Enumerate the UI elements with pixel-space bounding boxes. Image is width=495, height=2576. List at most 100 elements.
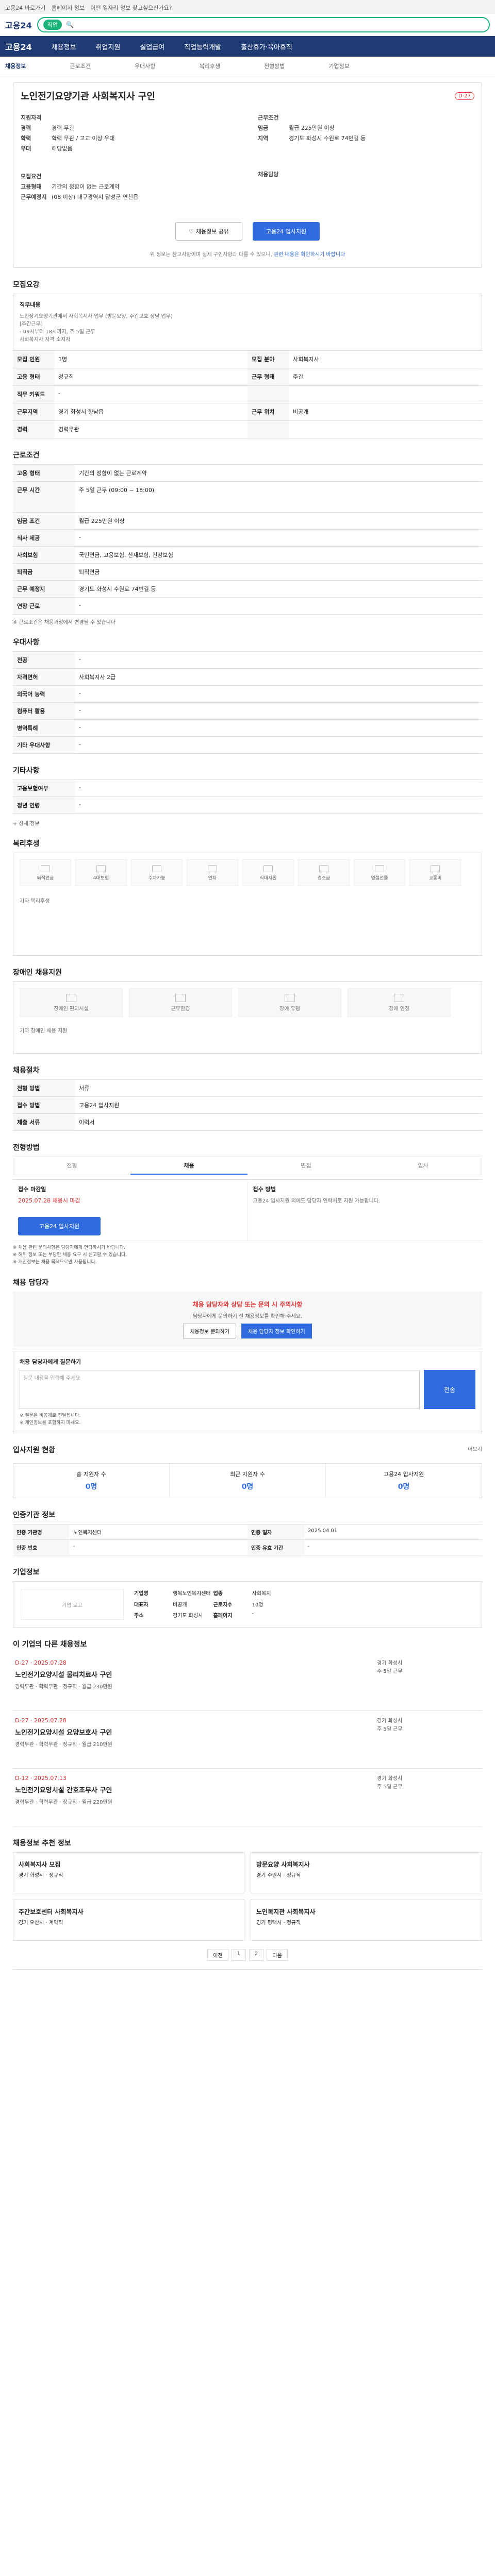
inquiry-textarea[interactable]: 질문 내용을 입력해 주세요 <box>20 1370 420 1409</box>
nav-item[interactable]: 직업능력개발 <box>184 42 221 52</box>
workplace-icon <box>175 993 186 1002</box>
cell: - <box>75 686 482 703</box>
pager-page[interactable]: 1 <box>231 1949 246 1961</box>
tab-company[interactable]: 기업정보 <box>328 62 349 70</box>
disability-item: 장애 인정 <box>348 988 451 1017</box>
cell-h: 병역특례 <box>13 720 75 737</box>
method-label: 접수 방법 <box>253 1186 276 1193</box>
cell-h: 임금 조건 <box>13 513 75 530</box>
nav-item[interactable]: 실업급여 <box>140 42 164 52</box>
cell: 주간 <box>289 368 482 386</box>
kv-key: 임금 <box>258 125 269 131</box>
nav-item[interactable]: 취업지원 <box>96 42 121 52</box>
kv-key: 지원자격 <box>21 114 42 121</box>
apply-tab[interactable]: 입사 <box>365 1157 482 1175</box>
process-table: 전형 방법 서류 접수 방법 고용24 입사지원 제출 서류 이력서 <box>13 1079 482 1131</box>
nav-brand[interactable]: 고용24 <box>5 40 32 53</box>
more-link[interactable]: + 상세 정보 <box>13 819 482 827</box>
topbar-link[interactable]: 홈페이지 정보 <box>52 5 85 11</box>
section-title: 입사지원 현황 <box>13 1446 56 1454</box>
pager-page[interactable]: 2 <box>249 1949 264 1961</box>
search-icon[interactable]: 🔍 <box>66 21 74 28</box>
kv-val: 경력 무관 <box>52 125 74 131</box>
cell: 경기도 화성시 수원로 74번길 등 <box>75 581 482 598</box>
search-category[interactable]: 직업 <box>43 19 62 30</box>
search-input[interactable]: 직업 🔍 <box>37 16 490 32</box>
note-text: 위 정보는 참고사항이며 실제 구인사항과 다를 수 있으니, <box>150 252 272 258</box>
disability-label: 장애 인정 <box>389 1006 409 1012</box>
welfare-item: 주차가능 <box>131 859 183 886</box>
post-title[interactable]: 노인전기요양시설 물리치료사 구인 <box>15 1669 112 1679</box>
cell: 2025.04.01 <box>304 1524 482 1540</box>
cell-h: 퇴직금 <box>13 564 75 581</box>
cell: 1명 <box>54 351 248 368</box>
process-section: 채용절차 전형 방법 서류 접수 방법 고용24 입사지원 제출 서류 이력서 <box>13 1065 482 1131</box>
accessibility-icon <box>66 993 76 1002</box>
more-link[interactable]: 더보기 <box>468 1445 482 1459</box>
cell: 사회복지사 2급 <box>75 669 482 686</box>
list-item[interactable]: D-12 · 2025.07.13 노인전기요양시설 간호조무사 구인 경력무관 ·… <box>13 1769 482 1826</box>
cell-h: 대표자 <box>134 1602 148 1608</box>
rec-card[interactable]: 주간보호센터 사회복지사 경기 오산시 · 계약직 <box>13 1900 244 1941</box>
apply-tab[interactable]: 전형 <box>13 1157 130 1175</box>
heart-icon: ♡ <box>188 228 194 235</box>
cell <box>289 421 482 438</box>
cell: 비공개 <box>289 403 482 421</box>
apply-tab[interactable]: 면접 <box>248 1157 365 1175</box>
bullet: ※ 개인정보는 채용 목적으로만 사용됩니다. <box>13 1260 97 1265</box>
consult-alert: 채용 담당자와 상담 또는 문의 시 주의사항 <box>192 1301 303 1308</box>
apply-button[interactable]: 고용24 입사지원 <box>253 222 320 241</box>
welfare-item: 연차 <box>187 859 238 886</box>
welfare-label: 명절선물 <box>371 875 388 881</box>
desc-label: 직무내용 <box>20 301 41 308</box>
conditions-section: 근로조건 고용 형태 기간의 정함이 없는 근로계약 근무 시간 주 5일 근무 (… <box>13 450 482 625</box>
cell: - <box>54 386 248 403</box>
cell-h: 근무지역 <box>13 403 54 421</box>
site-logo[interactable]: 고용24 <box>5 19 32 31</box>
tab-process[interactable]: 전형방법 <box>264 62 285 70</box>
apply-tab[interactable]: 채용 <box>130 1157 248 1175</box>
kv-val: 기간의 정함이 없는 근로계약 <box>52 183 120 190</box>
welfare-icon <box>319 865 328 872</box>
topbar-link[interactable]: 고용24 바로가기 <box>5 5 45 11</box>
cell-h: 접수 방법 <box>13 1097 75 1114</box>
pager-next[interactable]: 다음 <box>267 1949 288 1961</box>
nav-item[interactable]: 출산휴가·육아휴직 <box>241 42 292 52</box>
apply-section: 전형방법 전형 채용 면접 입사 접수 마감일 2025.07.28 채용시 마… <box>13 1142 482 1266</box>
manager-info-button[interactable]: 채용 담당자 정보 확인하기 <box>241 1324 312 1338</box>
rec-card[interactable]: 노인복지관 사회복지사 경기 평택시 · 정규직 <box>251 1900 482 1941</box>
list-item[interactable]: D-27 · 2025.07.28 노인전기요양시설 물리치료사 구인 경력무관 ·… <box>13 1653 482 1711</box>
rec-card[interactable]: 방문요양 사회복지사 경기 수원시 · 정규직 <box>251 1852 482 1893</box>
welfare-icon <box>208 865 217 872</box>
recommend-section: 채용정보 추천 정보 사회복지사 모집 경기 화성시 · 정규직 방문요양 사회복… <box>13 1838 482 1961</box>
tab-welfare[interactable]: 복리후생 <box>199 62 220 70</box>
welfare-label: 주차가능 <box>148 875 166 881</box>
cell: 행복노인복지센터 <box>173 1591 211 1597</box>
apply-now-button[interactable]: 고용24 입사지원 <box>18 1217 101 1235</box>
post-dday: D-12 · 2025.07.13 <box>15 1775 67 1782</box>
conditions-note: ※ 근로조건은 채용과정에서 변경될 수 있습니다 <box>13 620 116 625</box>
note-link[interactable]: 관련 내용은 확인하시기 바랍니다 <box>274 252 345 258</box>
send-button[interactable]: 전송 <box>424 1370 475 1409</box>
disability-section: 장애인 채용지원 장애인 편의시설 근무환경 장애 유형 장애 인정 기타 장애… <box>13 967 482 1054</box>
tab-conditions[interactable]: 근로조건 <box>70 62 90 70</box>
nav-item[interactable]: 채용정보 <box>52 42 76 52</box>
stat: 최근 지원자 수 0명 <box>170 1464 326 1498</box>
post-title[interactable]: 노인전기요양시설 간호조무사 구인 <box>15 1785 112 1794</box>
list-item[interactable]: D-27 · 2025.07.28 노인전기요양시설 요양보호사 구인 경력무관 ·… <box>13 1711 482 1769</box>
cell-h: 업종 <box>213 1591 223 1597</box>
rec-card[interactable]: 사회복지사 모집 경기 화성시 · 정규직 <box>13 1852 244 1893</box>
sub-nav: 채용정보 근로조건 우대사항 복리후생 전형방법 기업정보 <box>0 57 495 75</box>
tab-recruit[interactable]: 채용정보 <box>5 62 26 70</box>
kv-key: 지역 <box>258 135 269 142</box>
rec-title: 사회복지사 모집 <box>19 1861 61 1868</box>
pager-prev[interactable]: 이전 <box>207 1949 228 1961</box>
tab-prefer[interactable]: 우대사항 <box>135 62 155 70</box>
inquire-button[interactable]: 채용정보 문의하기 <box>183 1324 237 1338</box>
cell-h: 인증 번호 <box>13 1540 70 1555</box>
share-button[interactable]: ♡ 채용정보 공유 <box>175 222 242 241</box>
cell-h: 근로자수 <box>213 1602 233 1608</box>
topbar-link[interactable]: 어떤 일자리 정보 찾고싶으신가요? <box>90 5 172 11</box>
post-title[interactable]: 노인전기요양시설 요양보호사 구인 <box>15 1727 112 1737</box>
bullet: ※ 개인정보를 포함하지 마세요. <box>20 1420 81 1426</box>
